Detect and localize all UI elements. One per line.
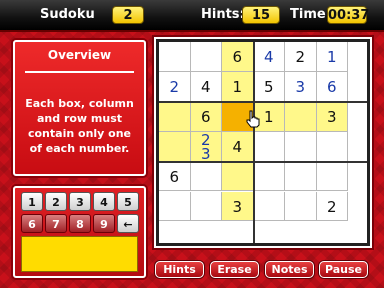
cell-r2c2[interactable]: 4	[190, 71, 222, 102]
cell-r2c4[interactable]: 5	[253, 71, 285, 102]
cell-r6c2[interactable]	[190, 191, 222, 222]
cell-r5c3[interactable]	[222, 161, 254, 192]
overview-divider	[25, 71, 134, 73]
timer-value: 00:37	[327, 6, 370, 24]
time-label: Time:	[290, 7, 331, 22]
key-5[interactable]: 5	[117, 192, 139, 211]
key-9[interactable]: 9	[93, 214, 115, 233]
cell-r1c2[interactable]	[190, 42, 222, 72]
hints-label: Hints:	[201, 7, 245, 22]
cell-r3c5[interactable]	[285, 101, 317, 132]
box-divider-vertical	[252, 42, 255, 243]
cell-r4c1[interactable]	[159, 131, 191, 162]
cell-r1c5[interactable]: 2	[285, 42, 317, 72]
cell-r2c3[interactable]: 1	[222, 71, 254, 102]
top-bar: Sudoku 2 Hints: 15 Time: 00:37	[0, 0, 384, 32]
cell-r4c3[interactable]: 4	[222, 131, 254, 162]
key-4[interactable]: 4	[93, 192, 115, 211]
cell-r4c5[interactable]	[285, 131, 317, 162]
hints-button[interactable]: Hints	[155, 261, 204, 278]
cell-r3c1[interactable]	[159, 101, 191, 132]
sudoku-board: 6 4 2 1 2 4 1 5 3 6 6 1 3 23 4 6 3 2	[156, 39, 370, 246]
cell-r5c6[interactable]	[316, 161, 348, 192]
cell-r2c1[interactable]: 2	[159, 71, 191, 102]
key-3[interactable]: 3	[69, 192, 91, 211]
cell-r3c2[interactable]: 6	[190, 101, 222, 132]
number-pad: 1 2 3 4 5 6 7 8 9 ←	[13, 186, 146, 278]
cell-r5c2[interactable]	[190, 161, 222, 192]
notes-button[interactable]: Notes	[265, 261, 314, 278]
key-8[interactable]: 8	[69, 214, 91, 233]
box-divider-horizontal-1	[159, 100, 367, 103]
cell-r6c1[interactable]	[159, 191, 191, 222]
overview-panel: Overview Each box, column and row must c…	[13, 40, 146, 176]
cell-r6c5[interactable]	[285, 191, 317, 222]
overview-text: Each box, column and row must contain on…	[25, 97, 134, 155]
cell-r5c4[interactable]	[253, 161, 285, 192]
backspace-key[interactable]: ←	[117, 214, 139, 233]
game-title: Sudoku	[40, 7, 95, 22]
cell-r1c1[interactable]	[159, 42, 191, 72]
cell-r4c6[interactable]	[316, 131, 348, 162]
hints-count: 15	[242, 6, 280, 24]
key-7[interactable]: 7	[45, 214, 67, 233]
overview-title: Overview	[47, 48, 112, 62]
erase-button[interactable]: Erase	[210, 261, 259, 278]
cell-r6c3[interactable]: 3	[222, 191, 254, 222]
level-badge: 2	[112, 6, 144, 24]
cell-r4c4[interactable]	[253, 131, 285, 162]
key-2[interactable]: 2	[45, 192, 67, 211]
cell-r2c5[interactable]: 3	[285, 71, 317, 102]
cell-r6c6[interactable]: 2	[316, 191, 348, 222]
cell-r1c3[interactable]: 6	[222, 42, 254, 72]
box-divider-horizontal-2	[159, 160, 367, 163]
cell-r5c1[interactable]: 6	[159, 161, 191, 192]
hand-cursor-icon	[246, 110, 260, 128]
pause-button[interactable]: Pause	[319, 261, 368, 278]
cell-r1c4[interactable]: 4	[253, 42, 285, 72]
pad-display-area	[21, 236, 138, 272]
cell-r5c5[interactable]	[285, 161, 317, 192]
cell-r3c6[interactable]: 3	[316, 101, 348, 132]
cell-r2c6[interactable]: 6	[316, 71, 348, 102]
cell-r1c6[interactable]: 1	[316, 42, 348, 72]
cell-r6c4[interactable]	[253, 191, 285, 222]
key-6[interactable]: 6	[21, 214, 43, 233]
cell-r4c2[interactable]: 23	[190, 131, 222, 162]
key-1[interactable]: 1	[21, 192, 43, 211]
